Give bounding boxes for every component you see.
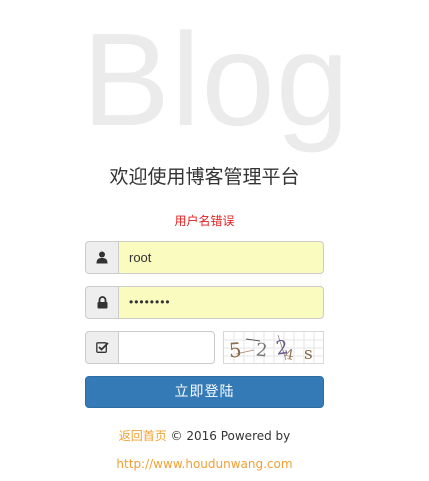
svg-text:4: 4 xyxy=(283,347,295,363)
captcha-input[interactable] xyxy=(118,331,215,364)
svg-text:2: 2 xyxy=(255,339,269,361)
captcha-image[interactable]: 5 2 2 4 s xyxy=(223,331,324,364)
password-input[interactable]: •••••••• xyxy=(118,286,324,319)
footer-site: http://www.houdunwang.com xyxy=(0,457,409,471)
login-button[interactable]: 立即登陆 xyxy=(85,376,324,408)
password-group: •••••••• xyxy=(85,286,324,319)
background-watermark-text: Blog xyxy=(82,6,351,153)
page-title: 欢迎使用博客管理平台 xyxy=(109,166,300,188)
footer-copyright: 返回首页 © 2016 Powered by xyxy=(0,427,409,444)
error-message: 用户名错误 xyxy=(174,214,235,228)
home-link[interactable]: 返回首页 xyxy=(119,429,167,443)
svg-text:s: s xyxy=(304,344,313,363)
user-icon xyxy=(85,241,118,274)
checkbox-icon xyxy=(85,331,118,364)
captcha-group xyxy=(85,331,215,364)
svg-text:5: 5 xyxy=(228,338,242,363)
copyright-text: © 2016 Powered by xyxy=(166,429,291,443)
lock-icon xyxy=(85,286,118,319)
username-group: root xyxy=(85,241,324,274)
site-link[interactable]: http://www.houdunwang.com xyxy=(116,457,292,471)
username-input[interactable]: root xyxy=(118,241,324,274)
